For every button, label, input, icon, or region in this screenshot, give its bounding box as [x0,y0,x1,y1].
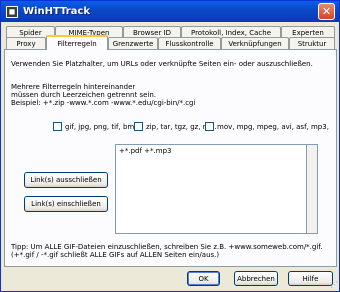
include-links-button[interactable]: Link(s) einschließen [24,196,108,212]
dialog-window: ◼ WinHTTrack ✕ Spider MIME-Typen Browser… [0,0,340,292]
tip-line-2: (+*.gif / -*.gif schließt ALLE GIFs auf … [11,251,220,259]
checkbox-media-label: mov, mpg, mpeg, avi, asf, mp3, [217,122,329,131]
title-bar[interactable]: ◼ WinHTTrack ✕ [1,1,339,22]
ok-button[interactable]: OK [187,271,220,286]
checkbox-images-label: gif, jpg, png, tif, bmp [65,122,139,131]
close-button[interactable]: ✕ [318,3,335,20]
tab-filter-rules[interactable]: Filterregeln [46,35,108,50]
help-button[interactable]: Hilfe [288,271,333,286]
exclude-links-button[interactable]: Link(s) ausschließen [24,172,108,188]
checkbox-media-box[interactable] [205,122,214,131]
checkbox-media[interactable]: mov, mpg, mpeg, avi, asf, mp3, [205,122,329,131]
window-title: WinHTTrack [23,6,90,17]
filter-rules-scrollbar[interactable] [307,144,318,234]
checkbox-archives-box[interactable] [134,122,143,131]
intro-text: Verwenden Sie Platzhalter, um URLs oder … [11,60,313,68]
cancel-button[interactable]: Abbrechen [234,271,278,286]
resize-grip-icon[interactable]: ⋰ [328,280,338,290]
app-icon: ◼ [6,5,18,18]
filter-rules-textarea[interactable]: +*.pdf +*.mp3 [115,144,307,234]
filter-rules-panel: Verwenden Sie Platzhalter, um URLs oder … [4,49,337,267]
checkbox-images-box[interactable] [53,122,62,131]
filter-example: Beispiel: +*.zip -www.*.com -www.*.edu/c… [11,99,196,107]
checkbox-images[interactable]: gif, jpg, png, tif, bmp [53,122,139,131]
